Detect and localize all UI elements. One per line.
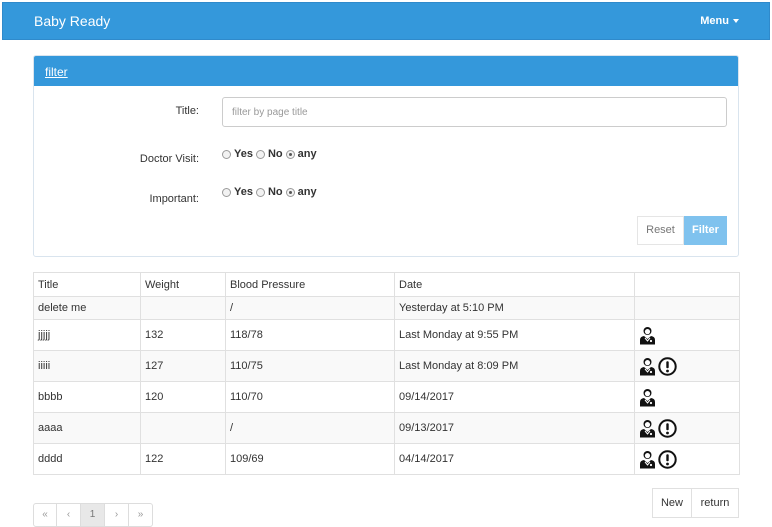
pagination-prev-button[interactable]: ‹: [57, 503, 81, 527]
column-header-blood-pressure[interactable]: Blood Pressure: [225, 272, 395, 297]
cell-title: bbbb: [33, 381, 141, 413]
flag-icons: [639, 388, 735, 407]
new-button[interactable]: New: [652, 488, 692, 518]
doctor-icon: [640, 450, 655, 468]
radio-button-icon[interactable]: [285, 149, 295, 159]
cell-weight: [140, 412, 226, 444]
cell-date: Yesterday at 5:10 PM: [394, 296, 635, 320]
doctor-visit-option-any[interactable]: any: [285, 148, 317, 160]
important-radio-group: Yes No any: [222, 186, 320, 200]
flag-icons: [639, 449, 735, 469]
flag-icons: [639, 326, 735, 345]
pagination-next-button[interactable]: ›: [105, 503, 129, 527]
cell-blood-pressure: /: [225, 296, 395, 320]
table-row[interactable]: jjjjj 132 118/78 Last Monday at 9:55 PM: [33, 319, 740, 351]
doctor-visit-option-no[interactable]: No: [255, 148, 283, 160]
important-option-any[interactable]: any: [285, 186, 317, 198]
column-header-date[interactable]: Date: [394, 272, 635, 297]
cell-weight: 132: [140, 319, 226, 351]
cell-flags: [634, 412, 740, 444]
radio-option-label: any: [297, 186, 317, 198]
table-row[interactable]: delete me / Yesterday at 5:10 PM: [33, 296, 740, 320]
results-table: Title Weight Blood Pressure Date delete …: [33, 272, 740, 475]
filter-button[interactable]: Filter: [684, 216, 727, 245]
cell-title: jjjjj: [33, 319, 141, 351]
cell-flags: [634, 350, 740, 382]
important-label: Important:: [149, 193, 199, 205]
cell-weight: 122: [140, 443, 226, 475]
important-option-no[interactable]: No: [255, 186, 283, 198]
pagination-page-button[interactable]: 1: [81, 503, 105, 527]
column-header-weight[interactable]: Weight: [140, 272, 226, 297]
pagination-first-button[interactable]: «: [33, 503, 57, 527]
important-option-yes[interactable]: Yes: [222, 186, 253, 198]
doctor-visit-label: Doctor Visit:: [139, 153, 199, 165]
radio-button-icon[interactable]: [222, 187, 231, 197]
filter-toggle-link[interactable]: filter: [45, 65, 68, 79]
cell-title: delete me: [33, 296, 141, 320]
cell-weight: 120: [140, 381, 226, 413]
cell-flags: [634, 296, 740, 320]
menu-label: Menu: [700, 15, 729, 27]
cell-blood-pressure: /: [225, 412, 395, 444]
radio-button-icon[interactable]: [255, 187, 265, 197]
flag-icons: [639, 418, 735, 438]
doctor-icon: [640, 357, 655, 375]
pagination-last-button[interactable]: »: [129, 503, 153, 527]
table-row[interactable]: dddd 122 109/69 04/14/2017: [33, 443, 740, 475]
caret-down-icon: [733, 19, 739, 24]
cell-blood-pressure: 110/70: [225, 381, 395, 413]
doctor-visit-radio-group: Yes No any: [222, 148, 320, 162]
navbar: Baby Ready Menu: [2, 2, 770, 40]
filter-panel: filter Title: Doctor Visit: Yes No any Imp…: [33, 55, 739, 257]
cell-weight: [140, 296, 226, 320]
table-row[interactable]: iiiii 127 110/75 Last Monday at 8:09 PM: [33, 350, 740, 382]
cell-blood-pressure: 110/75: [225, 350, 395, 382]
exclamation-circle-icon: [658, 449, 677, 469]
radio-option-label: No: [267, 186, 283, 198]
cell-weight: 127: [140, 350, 226, 382]
column-header-flags: [634, 272, 740, 297]
title-filter-input[interactable]: [222, 97, 727, 127]
radio-button-icon[interactable]: [255, 149, 265, 159]
doctor-icon: [640, 326, 655, 344]
exclamation-circle-icon: [658, 418, 677, 438]
radio-option-label: Yes: [234, 148, 253, 160]
cell-date: 09/14/2017: [394, 381, 635, 413]
cell-title: iiiii: [33, 350, 141, 382]
table-row[interactable]: aaaa /09/13/2017: [33, 412, 740, 444]
return-button[interactable]: return: [692, 488, 739, 518]
cell-title: aaaa: [33, 412, 141, 444]
cell-date: 04/14/2017: [394, 443, 635, 475]
doctor-icon: [640, 388, 655, 406]
cell-date: 09/13/2017: [394, 412, 635, 444]
flag-icons: [639, 356, 735, 376]
radio-button-icon[interactable]: [285, 187, 295, 197]
doctor-visit-option-yes[interactable]: Yes: [222, 148, 253, 160]
cell-flags: [634, 381, 740, 413]
exclamation-circle-icon: [658, 356, 677, 376]
radio-option-label: Yes: [234, 186, 253, 198]
radio-option-label: any: [297, 148, 317, 160]
pagination: «‹ 1 ›»: [33, 503, 153, 527]
brand-link[interactable]: Baby Ready: [34, 13, 110, 29]
cell-blood-pressure: 109/69: [225, 443, 395, 475]
cell-flags: [634, 319, 740, 351]
reset-button[interactable]: Reset: [637, 216, 684, 245]
radio-button-icon[interactable]: [222, 149, 231, 159]
title-label: Title:: [175, 105, 199, 117]
radio-option-label: No: [267, 148, 283, 160]
menu-dropdown[interactable]: Menu: [700, 15, 739, 27]
table-row[interactable]: bbbb 120 110/70 09/14/2017: [33, 381, 740, 413]
doctor-icon: [640, 419, 655, 437]
cell-title: dddd: [33, 443, 141, 475]
filter-panel-heading: filter: [34, 56, 738, 86]
cell-date: Last Monday at 9:55 PM: [394, 319, 635, 351]
column-header-title[interactable]: Title: [33, 272, 141, 297]
cell-date: Last Monday at 8:09 PM: [394, 350, 635, 382]
cell-blood-pressure: 118/78: [225, 319, 395, 351]
table-header-row: Title Weight Blood Pressure Date: [33, 272, 740, 297]
cell-flags: [634, 443, 740, 475]
